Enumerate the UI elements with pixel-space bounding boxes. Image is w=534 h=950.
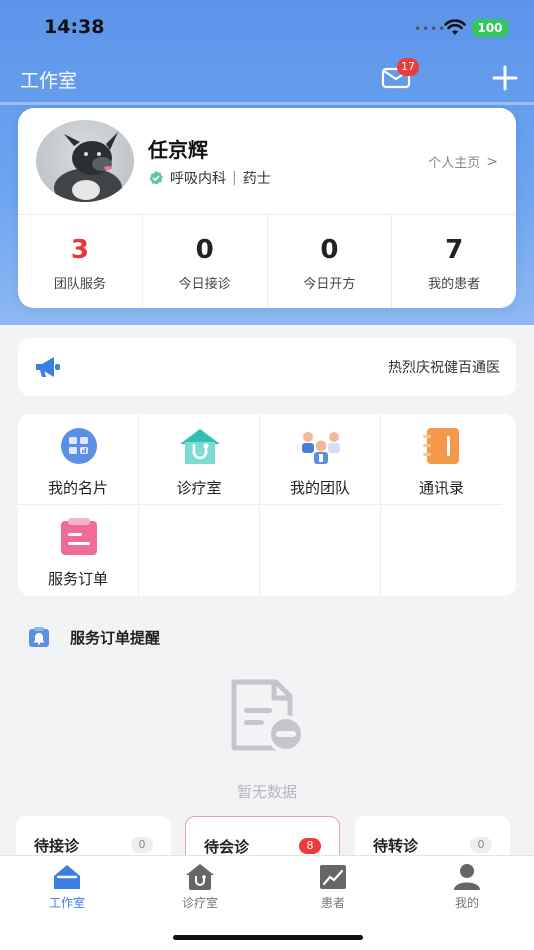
function-business-card[interactable]: 我的名片 bbox=[18, 414, 139, 505]
function-label: 我的团队 bbox=[289, 479, 350, 497]
doctor-name: 任京辉 bbox=[148, 138, 208, 162]
no-data-icon bbox=[231, 679, 305, 753]
status-tab-label: 待转诊 bbox=[373, 837, 419, 855]
stat-today-consult[interactable]: 0 今日接诊 bbox=[141, 215, 267, 308]
function-service-order[interactable]: 服务订单 bbox=[18, 505, 139, 596]
function-my-team[interactable]: 我的团队 bbox=[260, 414, 381, 505]
avatar[interactable] bbox=[36, 120, 134, 202]
status-tab-count: 0 bbox=[131, 837, 153, 853]
reminder-header: 服务订单提醒 bbox=[28, 626, 160, 648]
bell-icon bbox=[29, 627, 49, 647]
stat-label: 今日开方 bbox=[303, 277, 356, 292]
reminder-title: 服务订单提醒 bbox=[70, 628, 161, 647]
home-indicator bbox=[173, 935, 363, 940]
clinic-icon bbox=[186, 864, 214, 890]
function-empty-cell bbox=[260, 505, 381, 596]
function-label: 我的名片 bbox=[47, 479, 108, 497]
function-label: 诊疗室 bbox=[176, 479, 222, 497]
tab-clinic[interactable]: 诊疗室 bbox=[160, 862, 240, 911]
tab-studio[interactable]: 工作室 bbox=[27, 862, 107, 911]
tab-label: 我的 bbox=[454, 896, 479, 910]
patient-icon bbox=[320, 865, 346, 889]
stats-row: 3 团队服务 0 今日接诊 0 今日开方 7 我的患者 bbox=[18, 215, 516, 308]
team-icon bbox=[302, 432, 340, 464]
tab-mine[interactable]: 我的 bbox=[427, 862, 507, 911]
status-bar: 14:38 •••• 100 bbox=[0, 0, 534, 54]
stat-label: 团队服务 bbox=[53, 277, 106, 292]
stat-today-prescription[interactable]: 0 今日开方 bbox=[266, 215, 392, 308]
add-icon[interactable] bbox=[492, 65, 518, 91]
status-time: 14:38 bbox=[44, 16, 105, 38]
stat-value: 0 bbox=[320, 235, 339, 265]
empty-text: 暂无数据 bbox=[236, 783, 297, 801]
status-tab-label: 待会诊 bbox=[204, 838, 250, 856]
status-tab-label: 待接诊 bbox=[34, 837, 80, 855]
dog-avatar-image bbox=[54, 132, 122, 202]
job-title: 药士 bbox=[242, 171, 271, 187]
stat-team-service[interactable]: 3 团队服务 bbox=[18, 215, 142, 308]
signal-icon: •••• bbox=[414, 22, 447, 36]
tab-label: 诊疗室 bbox=[181, 896, 218, 910]
battery-indicator: 100 bbox=[472, 19, 508, 37]
separator: | bbox=[232, 170, 237, 186]
nav-title: 工作室 bbox=[20, 70, 78, 92]
notice-text: 热烈庆祝健百通医 bbox=[388, 360, 500, 376]
profile-icon bbox=[454, 864, 480, 890]
contacts-icon bbox=[423, 428, 459, 464]
stat-value: 3 bbox=[70, 235, 89, 265]
profile-card: 任京辉 呼吸内科 | 药士 个人主页 > 3 团队服务 0 今日接诊 0 今日开… bbox=[18, 108, 516, 308]
function-grid: 我的名片 诊疗室 我的团队 通讯录 服务订单 bbox=[18, 414, 516, 596]
function-empty-cell bbox=[139, 505, 260, 596]
stat-label: 今日接诊 bbox=[178, 277, 231, 292]
homepage-link[interactable]: 个人主页 > bbox=[428, 152, 498, 172]
function-label: 通讯录 bbox=[418, 479, 464, 497]
department-row: 呼吸内科 | 药士 bbox=[148, 168, 271, 188]
studio-icon bbox=[54, 865, 80, 889]
megaphone-icon bbox=[36, 357, 60, 377]
function-empty-cell bbox=[381, 505, 502, 596]
wifi-icon bbox=[444, 19, 466, 35]
service-order-icon bbox=[61, 518, 97, 555]
stat-label: 我的患者 bbox=[428, 277, 481, 292]
tab-label: 工作室 bbox=[48, 896, 85, 910]
clinic-icon bbox=[180, 429, 220, 464]
function-contacts[interactable]: 通讯录 bbox=[381, 414, 502, 505]
chevron-right-icon: > bbox=[486, 153, 498, 170]
stat-my-patients[interactable]: 7 我的患者 bbox=[391, 215, 516, 308]
verified-icon bbox=[149, 171, 163, 185]
stat-value: 0 bbox=[195, 235, 214, 265]
tab-patients[interactable]: 患者 bbox=[293, 862, 373, 911]
homepage-label: 个人主页 bbox=[428, 156, 481, 171]
stat-value: 7 bbox=[445, 235, 464, 265]
function-clinic[interactable]: 诊疗室 bbox=[139, 414, 260, 505]
function-label: 服务订单 bbox=[47, 570, 108, 588]
notice-bar[interactable]: 热烈庆祝健百通医 bbox=[18, 338, 516, 396]
tab-label: 患者 bbox=[320, 896, 345, 910]
department-label: 呼吸内科 bbox=[170, 171, 226, 187]
business-card-icon bbox=[61, 428, 97, 464]
status-tab-count: 0 bbox=[470, 837, 492, 853]
mail-badge: 17 bbox=[397, 58, 419, 76]
status-tab-count: 8 bbox=[299, 838, 321, 854]
